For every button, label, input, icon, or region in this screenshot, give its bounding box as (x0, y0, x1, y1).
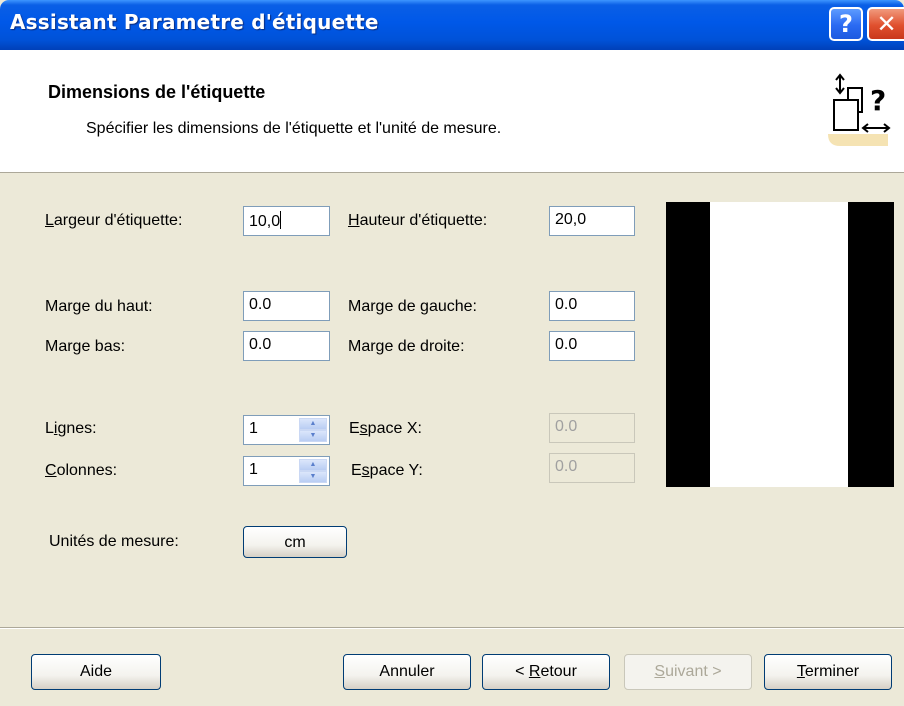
margin-left-input[interactable]: 0.0 (549, 291, 635, 321)
margin-bottom-label: Marge bas: (45, 338, 126, 355)
spin-up-icon[interactable]: ▲ (299, 459, 327, 471)
finish-button[interactable]: Terminer (764, 654, 892, 690)
space-x-label: Espace X: (349, 420, 422, 437)
space-y-input: 0.0 (549, 453, 635, 483)
label-size-help-icon: ? (828, 73, 891, 146)
label-preview (666, 202, 894, 487)
rows-value: 1 (249, 420, 258, 437)
label-width-input[interactable]: 10,0 (243, 206, 330, 236)
space-y-label: Espace Y: (351, 462, 423, 479)
label-preview-page (710, 202, 848, 487)
margin-top-input[interactable]: 0.0 (243, 291, 330, 321)
columns-value: 1 (249, 461, 258, 478)
window-title: Assistant Parametre d'étiquette (10, 10, 379, 34)
back-button[interactable]: < Retour (482, 654, 610, 690)
spin-down-icon[interactable]: ▼ (299, 430, 327, 442)
footer-divider (0, 627, 904, 629)
label-height-label: Hauteur d'étiquette: (348, 212, 488, 229)
columns-label: Colonnes: (45, 462, 118, 479)
label-height-input[interactable]: 20,0 (549, 206, 635, 236)
space-x-input: 0.0 (549, 413, 635, 443)
help-button[interactable]: ? (829, 7, 863, 41)
margin-right-input[interactable]: 0.0 (549, 331, 635, 361)
columns-spinner[interactable]: 1 ▲ ▼ (243, 456, 330, 486)
help-dialog-button[interactable]: Aide (31, 654, 161, 690)
text-caret (280, 211, 282, 229)
title-bar[interactable]: Assistant Parametre d'étiquette ? ✕ (0, 0, 904, 50)
rows-label: Lignes: (45, 420, 97, 437)
units-label: Unités de mesure: (49, 533, 179, 550)
rows-spinner[interactable]: 1 ▲ ▼ (243, 415, 330, 445)
svg-text:?: ? (870, 84, 886, 117)
page-title: Dimensions de l'étiquette (48, 82, 266, 102)
spin-up-icon[interactable]: ▲ (299, 418, 327, 430)
margin-bottom-input[interactable]: 0.0 (243, 331, 330, 361)
spin-down-icon[interactable]: ▼ (299, 471, 327, 483)
units-button[interactable]: cm (243, 526, 347, 558)
label-width-label: Largeur d'étiquette: (45, 212, 183, 229)
page-subtitle: Spécifier les dimensions de l'étiquette … (86, 120, 502, 137)
close-button[interactable]: ✕ (867, 7, 904, 41)
margin-top-label: Marge du haut: (45, 298, 153, 315)
margin-right-label: Marge de droite: (348, 338, 465, 355)
wizard-header (0, 50, 904, 173)
next-button: Suivant > (624, 654, 752, 690)
cancel-button[interactable]: Annuler (343, 654, 471, 690)
margin-left-label: Marge de gauche: (348, 298, 477, 315)
